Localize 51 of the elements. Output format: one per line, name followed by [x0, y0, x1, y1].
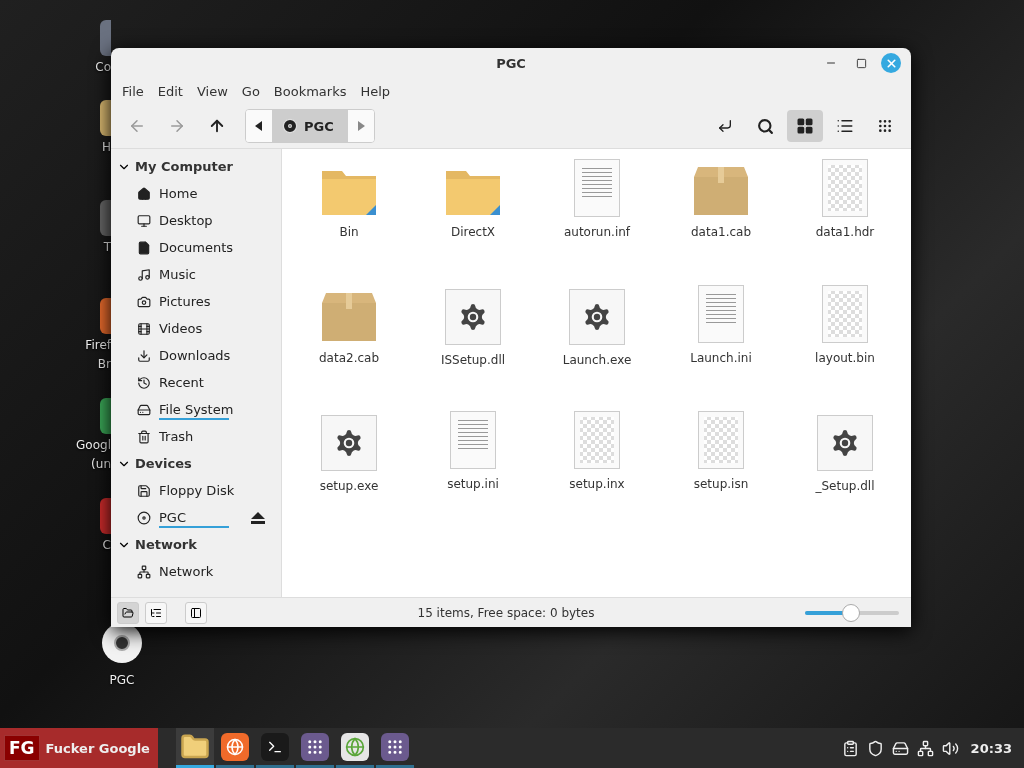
file-name[interactable]: data2.cab — [318, 351, 379, 365]
file-name[interactable]: setup.isn — [693, 477, 749, 491]
desktop-icon-label: H — [101, 140, 111, 155]
file-name[interactable]: setup.inx — [569, 477, 625, 491]
desktop-icon-label: PGC — [109, 673, 135, 688]
file-name[interactable]: _Setup.dll — [815, 479, 875, 493]
sidebar-item[interactable]: Home — [159, 186, 198, 201]
sidebar-item[interactable]: Pictures — [159, 294, 211, 309]
menu-item[interactable]: Bookmarks — [270, 83, 354, 99]
sidebar-item[interactable]: Downloads — [159, 348, 231, 363]
sidebar-item[interactable]: Videos — [159, 321, 203, 336]
desktop-icon-label: (un — [91, 457, 111, 472]
sidebar-section-title: Devices — [135, 456, 192, 471]
file-name[interactable]: setup.ini — [447, 477, 499, 491]
desktop-icon-label: T — [103, 240, 111, 255]
sidebar-section-title: My Computer — [135, 159, 233, 174]
sidebar-item[interactable]: Network — [159, 564, 214, 579]
sidebar-item[interactable]: Recent — [159, 375, 204, 390]
file-name[interactable]: layout.bin — [815, 351, 875, 365]
file-name[interactable]: autorun.inf — [563, 225, 631, 239]
sidebar-item[interactable]: PGC — [159, 510, 186, 525]
location-button[interactable]: PGC — [272, 110, 348, 142]
file-name[interactable]: ISSetup.dll — [440, 353, 506, 367]
file-name[interactable]: DirectX — [450, 225, 496, 239]
desktop-icon-label: Br — [97, 357, 111, 372]
desktop-icon-label: Googl — [76, 438, 111, 453]
sidebar-item[interactable]: File System — [159, 402, 234, 417]
file-name[interactable]: setup.exe — [319, 479, 379, 493]
menu-button[interactable]: FG Fucker Google — [0, 728, 158, 768]
clock[interactable]: 20:33 — [970, 740, 1012, 756]
sidebar-item[interactable]: Music — [159, 267, 196, 282]
file-name[interactable]: Launch.exe — [562, 353, 632, 367]
desktop-icon-label: C — [102, 538, 111, 553]
sidebar-item[interactable]: Documents — [159, 240, 234, 255]
status-text: 15 items, Free space: 0 bytes — [416, 605, 596, 620]
menu-item[interactable]: Edit — [154, 83, 190, 99]
desktop-icon-label: Firef — [85, 338, 111, 353]
menu-item[interactable]: File — [119, 83, 151, 99]
menu-item[interactable]: Help — [357, 83, 398, 99]
menu-item[interactable]: View — [193, 83, 235, 99]
sidebar-item[interactable]: Desktop — [159, 213, 213, 228]
file-name[interactable]: Launch.ini — [690, 351, 752, 365]
file-name[interactable]: data1.hdr — [815, 225, 875, 239]
sidebar-item[interactable]: Trash — [159, 429, 194, 444]
file-name[interactable]: Bin — [339, 225, 359, 239]
window-title: PGC — [496, 55, 526, 71]
sidebar-item[interactable]: Floppy Disk — [159, 483, 235, 498]
sidebar-section-title: Network — [135, 537, 197, 552]
file-name[interactable]: data1.cab — [690, 225, 751, 239]
menu-item[interactable]: Go — [238, 83, 267, 99]
desktop-icon-label: Co — [95, 60, 111, 75]
